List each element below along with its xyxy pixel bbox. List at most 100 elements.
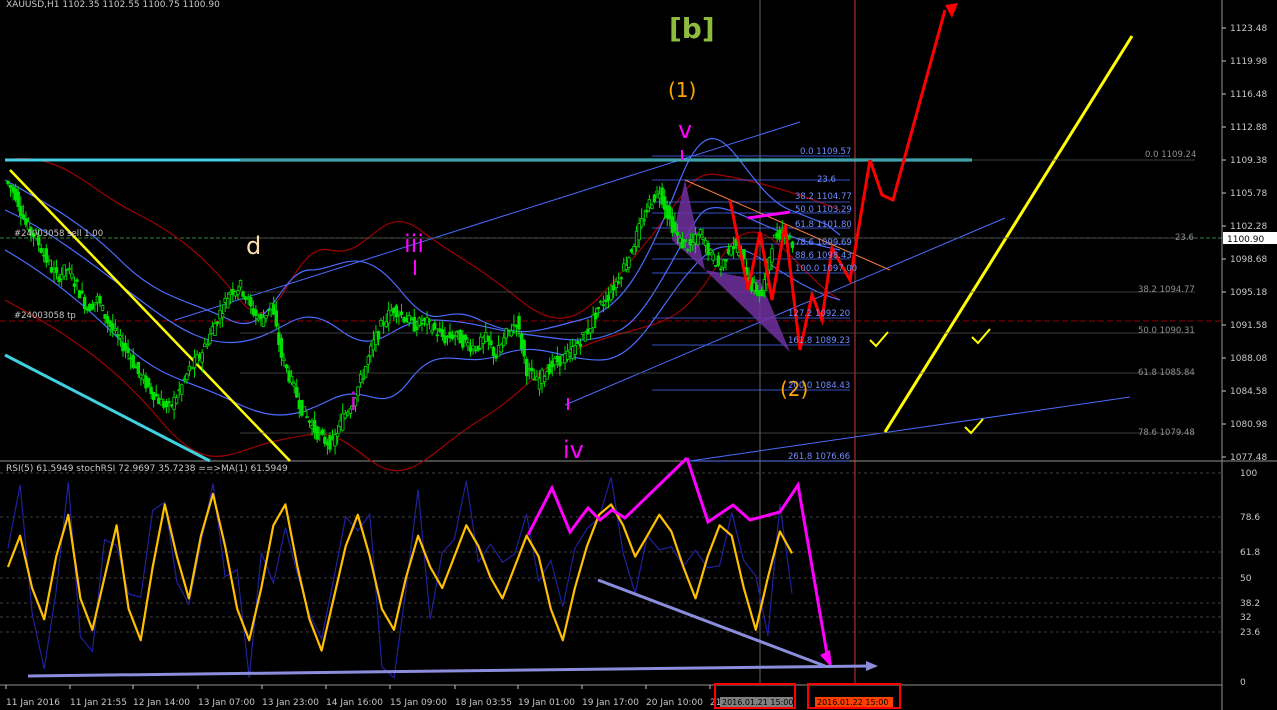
candle-body [632, 246, 636, 255]
candle-body [249, 297, 253, 307]
price-tick-label: 1088.08 [1230, 354, 1267, 364]
candle-body [307, 420, 312, 423]
candle-body [289, 375, 294, 383]
candle-body [489, 340, 493, 346]
wave-d-label: d [246, 232, 261, 260]
rsi-tick-label: 61.8 [1240, 548, 1260, 558]
svg-text:61.8 1085.84: 61.8 1085.84 [1138, 368, 1195, 378]
candle-body [72, 283, 77, 287]
candle-body [16, 191, 20, 207]
candle-body [226, 298, 230, 309]
candle-body [576, 340, 580, 345]
rsi-tick-label: 50 [1240, 574, 1252, 584]
candle-body [266, 309, 271, 311]
candle-body [113, 327, 118, 331]
candle-body [397, 314, 401, 317]
candle-body [376, 331, 381, 340]
candle-body [282, 358, 286, 362]
candle-body [652, 194, 657, 202]
candle-body [154, 393, 158, 397]
candle-body [174, 397, 179, 404]
price-tick-label: 1119.98 [1230, 57, 1267, 67]
candle-body [517, 316, 521, 330]
candle-body [236, 290, 240, 295]
candle-body [427, 319, 432, 322]
svg-text:50.0 1090.31: 50.0 1090.31 [1138, 326, 1195, 336]
current-price-label: 1100.90 [1227, 235, 1264, 245]
candle-body [601, 304, 606, 307]
candle-body [790, 241, 795, 248]
wave-iv-label: iv [563, 436, 584, 464]
time-box-2-label: 2016.01.22 15:00 [817, 698, 888, 707]
candle-body [420, 322, 424, 325]
candle-body [185, 373, 189, 381]
time-tick-label: 14 Jan 16:00 [326, 698, 383, 708]
candle-body [261, 317, 266, 327]
candle-body [731, 246, 736, 250]
candle-body [167, 401, 171, 404]
candle-body [19, 205, 23, 216]
rsi-header: RSI(5) 61.5949 stochRSI 72.9697 35.7238 … [6, 464, 288, 474]
candle-body [463, 334, 468, 341]
price-tick-label: 1091.58 [1230, 321, 1267, 331]
candle-body [491, 346, 496, 356]
candle-body [305, 416, 309, 419]
price-tick-label: 1084.58 [1230, 387, 1267, 397]
candle-body [471, 345, 475, 350]
candle-body [696, 234, 700, 245]
candle-body [711, 253, 715, 261]
symbol-header: XAUUSD,H1 1102.35 1102.55 1100.75 1100.9… [6, 0, 220, 10]
svg-text:38.2 1104.77: 38.2 1104.77 [795, 192, 852, 202]
candle-body [788, 236, 792, 239]
time-tick-label: 19 Jan 01:00 [518, 698, 575, 708]
svg-text:23.6: 23.6 [817, 175, 836, 185]
svg-text:78.6 1079.48: 78.6 1079.48 [1138, 428, 1195, 438]
candle-body [742, 249, 746, 260]
svg-text:261.8 1076.66: 261.8 1076.66 [788, 452, 850, 462]
candle-body [208, 333, 212, 344]
candle-body [21, 214, 26, 219]
candle-body [719, 268, 723, 271]
candle-body [93, 302, 97, 305]
candle-body [724, 258, 728, 262]
candle-body [356, 386, 360, 397]
candle-body [525, 359, 529, 377]
candle-body [241, 291, 245, 297]
wave-b-label: [b] [669, 12, 715, 45]
candle-body [82, 296, 87, 309]
candle-body [522, 339, 526, 357]
candle-body [609, 291, 613, 301]
time-tick-label: 12 Jan 14:00 [133, 698, 190, 708]
svg-text:23.6: 23.6 [1175, 233, 1194, 243]
svg-text:200.0 1084.43: 200.0 1084.43 [788, 381, 850, 391]
candle-body [399, 311, 404, 315]
price-tick-label: 1095.18 [1230, 288, 1267, 298]
candle-body [596, 306, 600, 310]
candle-body [215, 321, 220, 324]
sell-order-label: #24003058 sell 1.00 [14, 229, 103, 239]
candle-body [486, 335, 491, 342]
candle-body [530, 367, 534, 372]
candle-body [80, 290, 84, 294]
candle-body [67, 267, 72, 270]
candle-body [205, 344, 210, 347]
candle-body [616, 281, 621, 284]
time-tick-label: 13 Jan 23:00 [262, 698, 319, 708]
candle-body [220, 313, 225, 318]
candle-body [90, 303, 95, 310]
candle-body [6, 180, 10, 185]
time-tick-label: 20 Jan 10:00 [646, 698, 703, 708]
candle-body [430, 329, 434, 333]
candle-body [320, 429, 324, 435]
time-box-1-label: 2016.01.21 15:00 [722, 698, 793, 707]
svg-text:88.6 1098.43: 88.6 1098.43 [795, 251, 852, 261]
candle-body [502, 337, 506, 347]
candle-body [302, 406, 307, 412]
candle-body [292, 382, 296, 387]
tp-order-label: #24003058 tp [14, 311, 76, 321]
candle-body [131, 354, 135, 368]
candle-body [685, 249, 690, 251]
candle-body [599, 301, 603, 304]
candle-body [200, 352, 204, 363]
svg-text:50.0 1103.29: 50.0 1103.29 [795, 205, 852, 215]
